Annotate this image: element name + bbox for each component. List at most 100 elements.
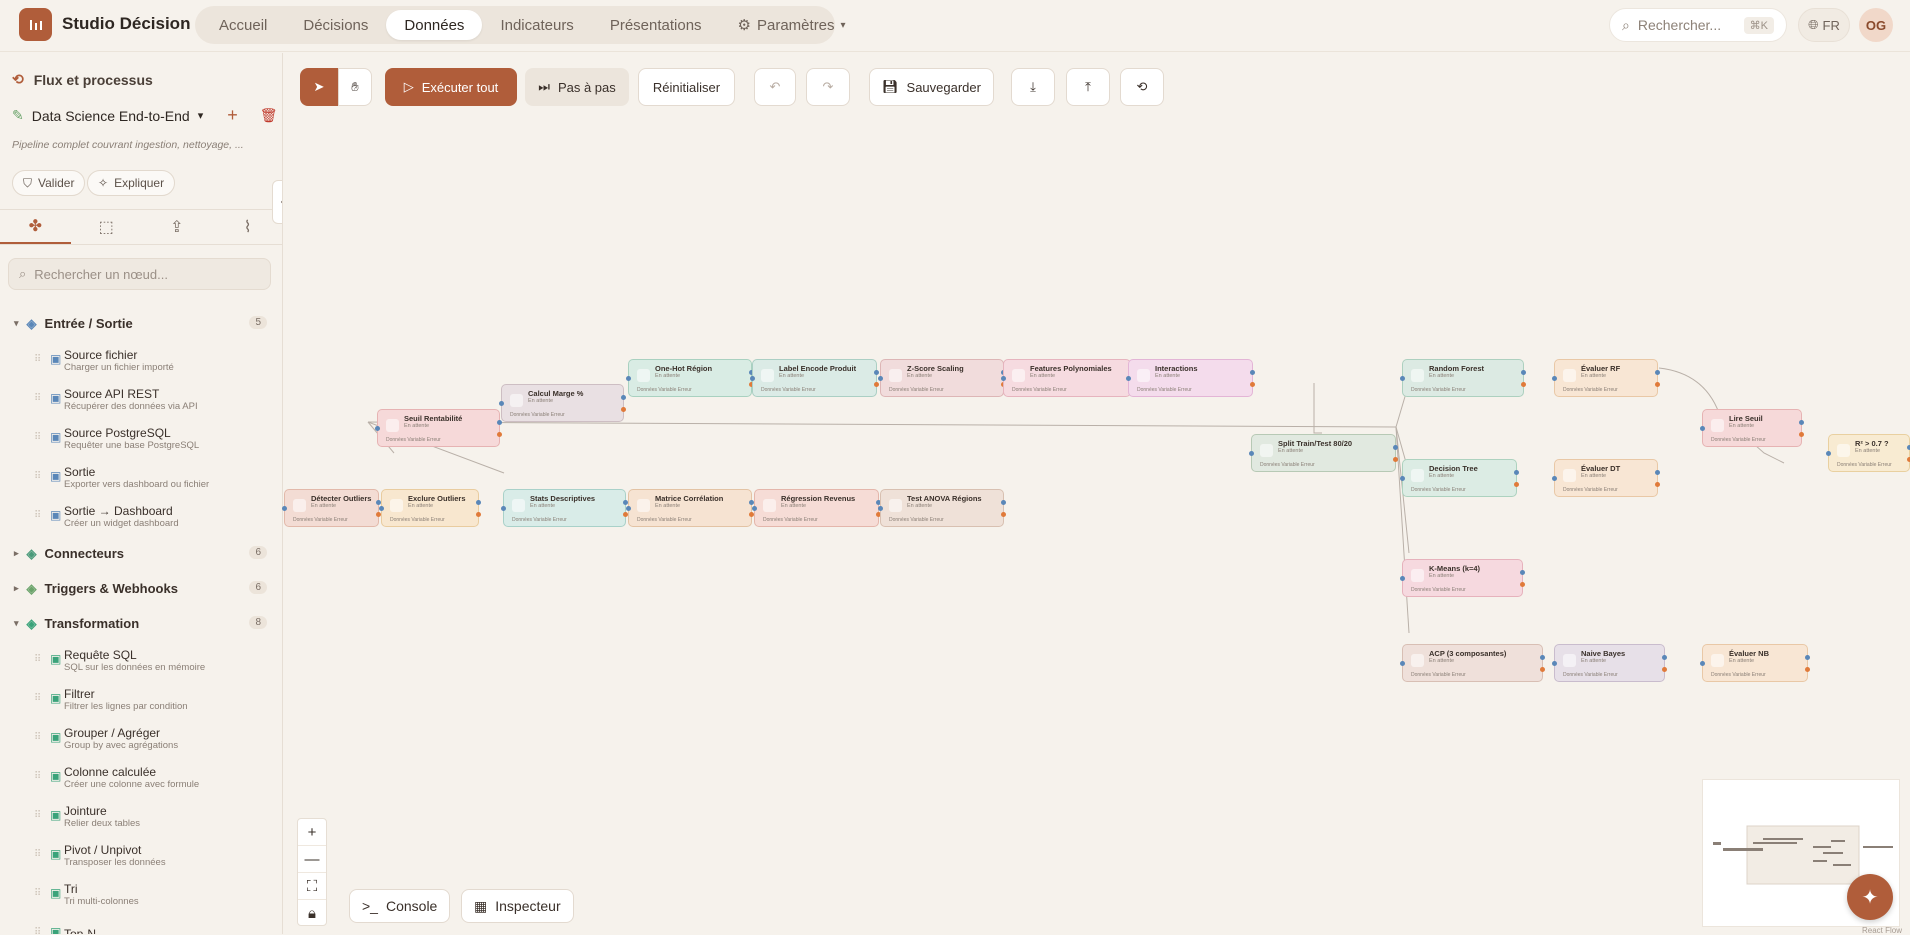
zoom-out-button[interactable]: — xyxy=(298,846,326,873)
add-pipeline-icon[interactable]: + xyxy=(227,105,238,126)
input-handle[interactable] xyxy=(1552,376,1557,381)
input-handle[interactable] xyxy=(282,506,287,511)
output-handle[interactable] xyxy=(1799,420,1804,425)
error-handle[interactable] xyxy=(476,512,481,517)
node-palette-item[interactable]: ⠿ ▣ Filtrer Filtrer les lignes par condi… xyxy=(0,680,282,719)
output-handle[interactable] xyxy=(1001,500,1006,505)
input-handle[interactable] xyxy=(1400,661,1405,666)
output-handle[interactable] xyxy=(497,420,502,425)
output-handle[interactable] xyxy=(1520,570,1525,575)
input-handle[interactable] xyxy=(1552,661,1557,666)
output-handle[interactable] xyxy=(476,500,481,505)
drag-handle-icon[interactable]: ⠿ xyxy=(34,849,41,860)
node-palette-item[interactable]: ⠿ ▣ Grouper / Agréger Group by avec agré… xyxy=(0,719,282,758)
node-palette-item[interactable]: ⠿ ▣ Requête SQL SQL sur les données en m… xyxy=(0,641,282,680)
node-palette-item[interactable]: ⠿ ▣ Source PostgreSQL Requêter une base … xyxy=(0,419,282,458)
error-handle[interactable] xyxy=(1001,512,1006,517)
node-palette-item[interactable]: ⠿ ▣ Tri Tri multi-colonnes xyxy=(0,875,282,914)
error-handle[interactable] xyxy=(1799,432,1804,437)
lock-button[interactable]: 🔒︎ xyxy=(298,900,326,927)
flow-node[interactable]: Détecter Outliers En attente Données Var… xyxy=(282,489,381,527)
error-handle[interactable] xyxy=(1520,582,1525,587)
drag-handle-icon[interactable]: ⠿ xyxy=(34,471,41,482)
fit-view-button[interactable]: ⛶ xyxy=(298,873,326,900)
output-handle[interactable] xyxy=(1521,370,1526,375)
error-handle[interactable] xyxy=(1662,667,1667,672)
avatar[interactable]: OG xyxy=(1859,8,1893,42)
explain-button[interactable]: ✧ Expliquer xyxy=(87,170,176,196)
flow-node[interactable]: Features Polynomiales En attente Données… xyxy=(1001,359,1133,397)
input-handle[interactable] xyxy=(626,376,631,381)
input-handle[interactable] xyxy=(1826,451,1831,456)
flow-node[interactable]: Matrice Corrélation En attente Données V… xyxy=(626,489,754,527)
flow-node[interactable]: Split Train/Test 80/20 En attente Donnée… xyxy=(1249,434,1398,472)
nav-item-donnees[interactable]: Données xyxy=(386,10,483,40)
input-handle[interactable] xyxy=(752,506,757,511)
node-search-input[interactable]: ⌕ Rechercher un nœud... xyxy=(8,258,271,290)
flow-node[interactable]: Decision Tree En attente Données Variabl… xyxy=(1400,459,1519,497)
error-handle[interactable] xyxy=(621,407,626,412)
drag-handle-icon[interactable]: ⠿ xyxy=(34,927,41,934)
nav-item-decisions[interactable]: Décisions xyxy=(285,10,386,40)
nav-item-presentations[interactable]: Présentations xyxy=(592,10,720,40)
error-handle[interactable] xyxy=(1655,382,1660,387)
flow-node[interactable]: Exclure Outliers En attente Données Vari… xyxy=(379,489,481,527)
input-handle[interactable] xyxy=(379,506,384,511)
input-handle[interactable] xyxy=(750,376,755,381)
error-handle[interactable] xyxy=(1521,382,1526,387)
node-palette-item[interactable]: ⠿ ▣ Source API REST Récupérer des donnée… xyxy=(0,380,282,419)
pipeline-selector[interactable]: ✎ Data Science End-to-End ▾ + 🗑︎ xyxy=(12,105,278,126)
drag-handle-icon[interactable]: ⠿ xyxy=(34,693,41,704)
input-handle[interactable] xyxy=(1700,426,1705,431)
category-3[interactable]: ▾ ◈ Transformation 8 xyxy=(0,606,282,641)
error-handle[interactable] xyxy=(1655,482,1660,487)
flow-node[interactable]: Z-Score Scaling En attente Données Varia… xyxy=(878,359,1006,397)
app-logo-icon[interactable] xyxy=(19,8,52,41)
flow-node[interactable]: Évaluer DT En attente Données Variable E… xyxy=(1552,459,1660,497)
flow-node[interactable]: Naive Bayes En attente Données Variable … xyxy=(1552,644,1667,682)
output-handle[interactable] xyxy=(1662,655,1667,660)
flow-node[interactable]: Régression Revenus En attente Données Va… xyxy=(752,489,881,527)
input-handle[interactable] xyxy=(1552,476,1557,481)
global-search[interactable]: ⌕ Rechercher... ⌘K xyxy=(1609,8,1787,42)
output-handle[interactable] xyxy=(1250,370,1255,375)
output-handle[interactable] xyxy=(1805,655,1810,660)
output-handle[interactable] xyxy=(874,370,879,375)
drag-handle-icon[interactable]: ⠿ xyxy=(34,888,41,899)
input-handle[interactable] xyxy=(878,506,883,511)
flow-node[interactable]: Stats Descriptives En attente Données Va… xyxy=(501,489,628,527)
language-switch[interactable]: 🌐︎ FR xyxy=(1798,8,1850,42)
flow-node[interactable]: Calcul Marge % En attente Données Variab… xyxy=(499,384,626,422)
validate-button[interactable]: ⛉ Valider xyxy=(12,170,86,196)
flow-node[interactable]: K-Means (k=4) En attente Données Variabl… xyxy=(1400,559,1525,597)
drag-handle-icon[interactable]: ⠿ xyxy=(34,354,41,365)
input-handle[interactable] xyxy=(501,506,506,511)
node-palette-item[interactable]: ⠿ ▣ Colonne calculée Créer une colonne a… xyxy=(0,758,282,797)
flow-node[interactable]: Test ANOVA Régions En attente Données Va… xyxy=(878,489,1006,527)
drag-handle-icon[interactable]: ⠿ xyxy=(34,432,41,443)
input-handle[interactable] xyxy=(1001,376,1006,381)
ai-assistant-button[interactable]: ✦ xyxy=(1847,874,1893,920)
drag-handle-icon[interactable]: ⠿ xyxy=(34,393,41,404)
flow-node[interactable]: Évaluer NB En attente Données Variable E… xyxy=(1700,644,1810,682)
node-palette-item[interactable]: ⠿ ▣ Sortie → Dashboard Créer un widget d… xyxy=(0,497,282,536)
delete-pipeline-icon[interactable]: 🗑︎ xyxy=(260,107,278,124)
input-handle[interactable] xyxy=(1400,476,1405,481)
drag-handle-icon[interactable]: ⠿ xyxy=(34,654,41,665)
error-handle[interactable] xyxy=(497,432,502,437)
flow-node[interactable]: ACP (3 composantes) En attente Données V… xyxy=(1400,644,1545,682)
node-palette-item[interactable]: ⠿ ▣ Sortie Exporter vers dashboard ou fi… xyxy=(0,458,282,497)
node-palette-item[interactable]: ⠿ ▣ Jointure Relier deux tables xyxy=(0,797,282,836)
category-1[interactable]: ▸ ◈ Connecteurs 6 xyxy=(0,536,282,571)
flow-node[interactable]: Évaluer RF En attente Données Variable E… xyxy=(1552,359,1660,397)
flow-node[interactable]: R² > 0.7 ? En attente Données Variable E… xyxy=(1826,434,1910,472)
output-handle[interactable] xyxy=(621,395,626,400)
output-handle[interactable] xyxy=(1655,470,1660,475)
error-handle[interactable] xyxy=(1514,482,1519,487)
node-palette-item[interactable]: ⠿ ▣ Pivot / Unpivot Transposer les donné… xyxy=(0,836,282,875)
input-handle[interactable] xyxy=(499,401,504,406)
drag-handle-icon[interactable]: ⠿ xyxy=(34,732,41,743)
input-handle[interactable] xyxy=(1400,576,1405,581)
output-handle[interactable] xyxy=(1514,470,1519,475)
input-handle[interactable] xyxy=(375,426,380,431)
